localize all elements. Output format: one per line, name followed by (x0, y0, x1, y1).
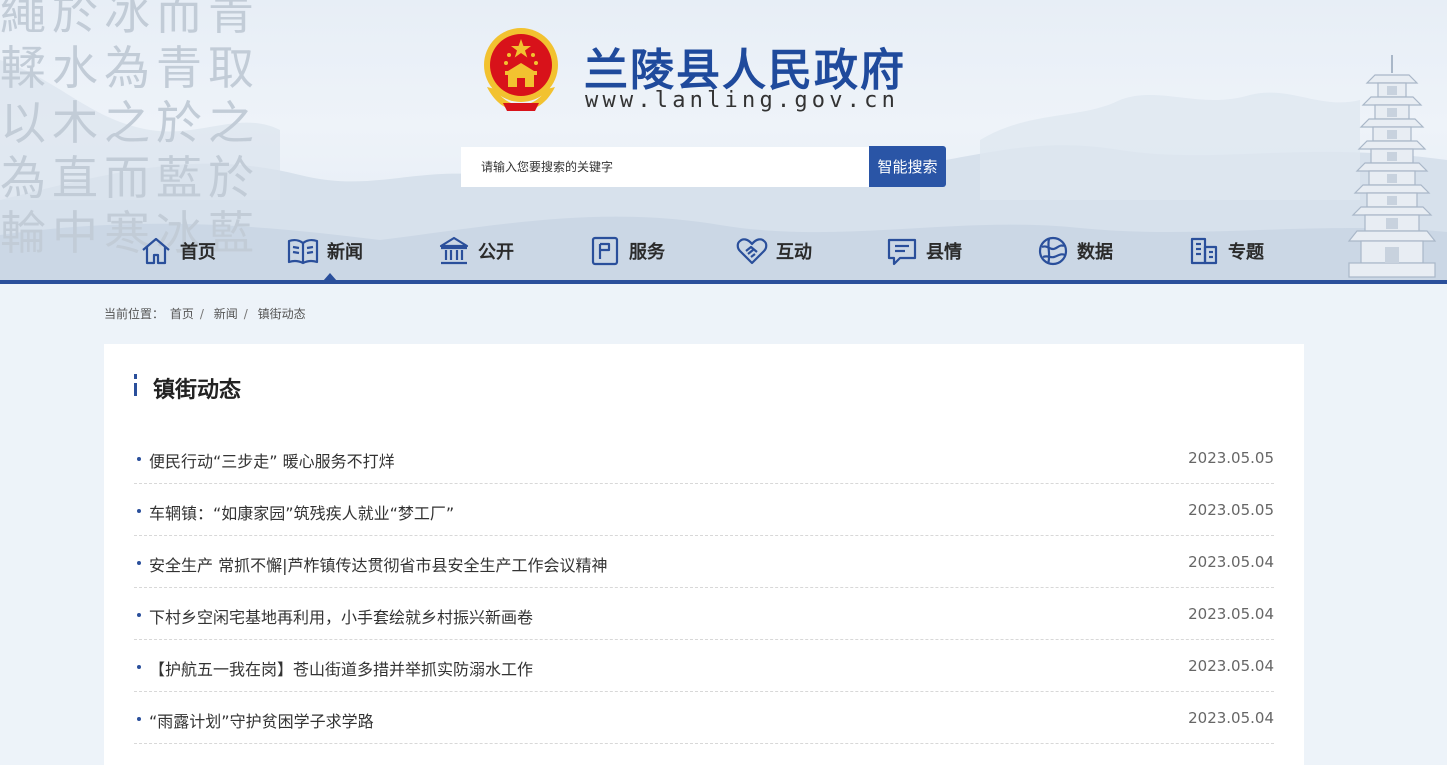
nav-label: 服务 (629, 242, 665, 263)
news-title-link[interactable]: 下村乡空闲宅基地再利用，小手套绘就乡村振兴新画卷 (149, 604, 533, 628)
news-book-icon (287, 238, 319, 265)
site-title: 兰陵县人民政府 (584, 45, 906, 96)
news-date: 2023.05.04 (1188, 605, 1274, 623)
breadcrumb-news[interactable]: 新闻 (214, 307, 238, 321)
nav-label: 首页 (180, 242, 216, 263)
bullet-dot (137, 717, 141, 721)
nav-label: 专题 (1228, 242, 1264, 263)
news-item: 安全生产 常抓不懈|芦柞镇传达贯彻省市县安全生产工作会议精神 2023.05.0… (134, 536, 1274, 588)
calligraphy-line: 以木之於之 (0, 96, 260, 150)
bullet-dot (137, 509, 141, 513)
news-title-link[interactable]: 车辋镇：“如康家园”筑残疾人就业“梦工厂” (149, 500, 454, 524)
news-date: 2023.05.05 (1188, 449, 1274, 467)
breadcrumb-home[interactable]: 首页 (170, 307, 194, 321)
nav-item-county-info[interactable]: 县情 (886, 228, 962, 274)
news-title-link[interactable]: 安全生产 常抓不懈|芦柞镇传达贯彻省市县安全生产工作会议精神 (149, 552, 607, 576)
news-date: 2023.05.04 (1188, 709, 1274, 727)
service-flag-icon (591, 236, 619, 266)
news-panel: 镇街动态 便民行动“三步走” 暖心服务不打烊 2023.05.05 车辋镇：“如… (104, 344, 1304, 765)
news-list: 便民行动“三步走” 暖心服务不打烊 2023.05.05 车辋镇：“如康家园”筑… (134, 432, 1274, 744)
data-globe-icon (1038, 236, 1068, 266)
home-icon (142, 237, 170, 265)
breadcrumb-prefix: 当前位置： (104, 307, 165, 321)
news-item: 车辋镇：“如康家园”筑残疾人就业“梦工厂” 2023.05.05 (134, 484, 1274, 536)
nav-label: 新闻 (327, 242, 363, 263)
government-building-icon (439, 236, 469, 265)
section-title-bar (134, 374, 137, 396)
news-date: 2023.05.04 (1188, 553, 1274, 571)
news-title-link[interactable]: 【护航五一我在岗】苍山街道多措并举抓实防溺水工作 (149, 656, 533, 680)
nav-item-public[interactable]: 公开 (438, 228, 514, 274)
nav-item-interaction[interactable]: 互动 (736, 228, 812, 274)
news-item: 下村乡空闲宅基地再利用，小手套绘就乡村振兴新画卷 2023.05.04 (134, 588, 1274, 640)
news-item: 【护航五一我在岗】苍山街道多措并举抓实防溺水工作 2023.05.04 (134, 640, 1274, 692)
nav-item-service[interactable]: 服务 (589, 228, 665, 274)
search-input[interactable] (461, 147, 869, 187)
search-button[interactable]: 智能搜索 (869, 146, 946, 187)
nav-label: 数据 (1077, 242, 1113, 263)
news-date: 2023.05.05 (1188, 501, 1274, 519)
buildings-icon (1190, 237, 1218, 265)
breadcrumb-separator: / (243, 307, 248, 321)
calligraphy-line: 輮水為青取 (0, 41, 260, 95)
nav-item-news[interactable]: 新闻 (287, 228, 363, 274)
news-item: “雨露计划”守护贫困学子求学路 2023.05.04 (134, 692, 1274, 744)
breadcrumb-current[interactable]: 镇街动态 (258, 307, 306, 321)
calligraphy-line: 繩於冰而青 (0, 0, 260, 40)
nav-label: 互动 (776, 242, 812, 263)
news-item: 便民行动“三步走” 暖心服务不打烊 2023.05.05 (134, 432, 1274, 484)
main-navigation: 首页 新闻 公开 服务 互动 县情 数据 专题 (0, 228, 1447, 280)
chat-bubble-icon (887, 238, 917, 266)
bullet-dot (137, 561, 141, 565)
handshake-icon (736, 238, 768, 265)
nav-label: 县情 (926, 242, 962, 263)
bullet-dot (137, 665, 141, 669)
news-date: 2023.05.04 (1188, 657, 1274, 675)
breadcrumb: 当前位置： 首页 / 新闻 / 镇街动态 (104, 305, 308, 322)
nav-label: 公开 (478, 242, 514, 263)
bullet-dot (137, 613, 141, 617)
nav-item-home[interactable]: 首页 (140, 228, 216, 274)
calligraphy-background: 繩於冰而青 輮水為青取 以木之於之 為直而藍於 輪中寒冰藍 (0, 0, 270, 261)
calligraphy-line: 為直而藍於 (0, 151, 260, 205)
bullet-dot (137, 457, 141, 461)
breadcrumb-separator: / (199, 307, 204, 321)
section-title: 镇街动态 (153, 378, 242, 403)
news-title-link[interactable]: 便民行动“三步走” 暖心服务不打烊 (149, 448, 395, 472)
nav-item-data[interactable]: 数据 (1037, 228, 1113, 274)
site-header: 繩於冰而青 輮水為青取 以木之於之 為直而藍於 輪中寒冰藍 兰陵县人民政府 ww… (0, 0, 1447, 280)
news-title-link[interactable]: “雨露计划”守护贫困学子求学路 (149, 708, 374, 732)
header-divider (0, 280, 1447, 284)
site-url: www.lanling.gov.cn (585, 88, 900, 113)
national-emblem-logo (484, 28, 558, 111)
nav-item-topics[interactable]: 专题 (1188, 228, 1264, 274)
